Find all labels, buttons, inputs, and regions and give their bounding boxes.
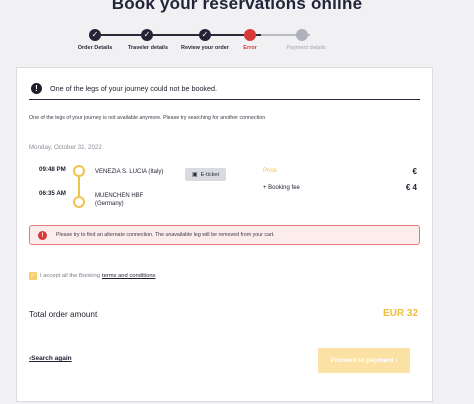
search-again-link[interactable]: ‹Search again — [29, 355, 72, 362]
terms-link[interactable]: terms and conditions — [102, 273, 156, 279]
step-label-error: Error — [243, 45, 257, 51]
step-label-review-order: Review your order — [181, 45, 229, 51]
step-error-dot-icon — [244, 29, 256, 41]
page-title: Book your reservations online — [111, 0, 363, 13]
price-value: € — [412, 167, 417, 176]
ticket-icon: ▣ — [191, 172, 198, 178]
step-order-details-check-icon: ✓ — [89, 29, 101, 41]
error-message-box: ! Please try to find an alternate connec… — [29, 225, 420, 245]
arrival-station-country: (Germany) — [95, 201, 124, 207]
chevron-right-icon: › — [393, 357, 398, 364]
alert-message: One of the legs of your journey could no… — [50, 84, 218, 93]
page: Book your reservations online ✓ ✓ ✓ Orde… — [0, 0, 474, 404]
booking-alert: ! One of the legs of your journey could … — [29, 78, 420, 100]
step-label-order-details: Order Details — [77, 45, 113, 51]
arrival-node-icon — [73, 196, 85, 208]
journey-date: Monday, October 31, 2022 — [29, 144, 102, 151]
terms-acceptance: ✓ I accept all the Booking terms and con… — [29, 272, 155, 280]
arrival-station-name: MUENCHEN HBF — [95, 193, 144, 199]
terms-prefix: I accept all the Booking — [40, 273, 100, 279]
total-amount: EUR 32 — [382, 308, 418, 319]
step-review-order-check-icon: ✓ — [199, 29, 211, 41]
error-exclamation-icon: ! — [38, 230, 47, 240]
step-payment-dot-icon — [296, 29, 308, 41]
booking-fee-value: € 4 — [405, 183, 417, 192]
error-message: Please try to find an alternate connecti… — [56, 232, 275, 238]
search-again-label: Search again — [31, 355, 72, 362]
total-label: Total order amount — [29, 310, 98, 319]
booking-fee-label: + Booking fee — [263, 185, 300, 191]
stepper-line-completed — [95, 34, 261, 36]
timeline-connector — [78, 177, 80, 198]
e-ticket-label: E-ticket — [200, 171, 219, 178]
checkout-stepper: ✓ ✓ ✓ Order Details Traveler details Rev… — [64, 26, 364, 56]
departure-time: 09:48 PM — [39, 166, 66, 173]
departure-node-icon — [73, 165, 85, 177]
step-traveler-details-check-icon: ✓ — [141, 29, 153, 41]
arrival-station: MUENCHEN HBF (Germany) — [95, 192, 143, 208]
price-label: Price — [263, 168, 277, 174]
step-label-traveler-details: Traveler details — [127, 45, 169, 51]
e-ticket-button[interactable]: ▣ E-ticket — [185, 168, 226, 181]
reservation-card: ! One of the legs of your journey could … — [16, 67, 433, 402]
proceed-to-payment-button[interactable]: Proceed to payment › — [318, 348, 410, 373]
exclamation-icon: ! — [31, 83, 42, 94]
terms-checkbox[interactable]: ✓ — [29, 272, 37, 280]
arrival-time: 06:35 AM — [39, 190, 66, 197]
departure-station: VENEZIA S. LUCIA (Italy) — [95, 169, 164, 175]
step-label-payment-details: Payment details — [286, 45, 326, 51]
journey-timeline — [73, 165, 87, 209]
proceed-label: Proceed to payment — [330, 357, 394, 364]
unavailable-note: One of the legs of your journey is not a… — [29, 115, 266, 121]
